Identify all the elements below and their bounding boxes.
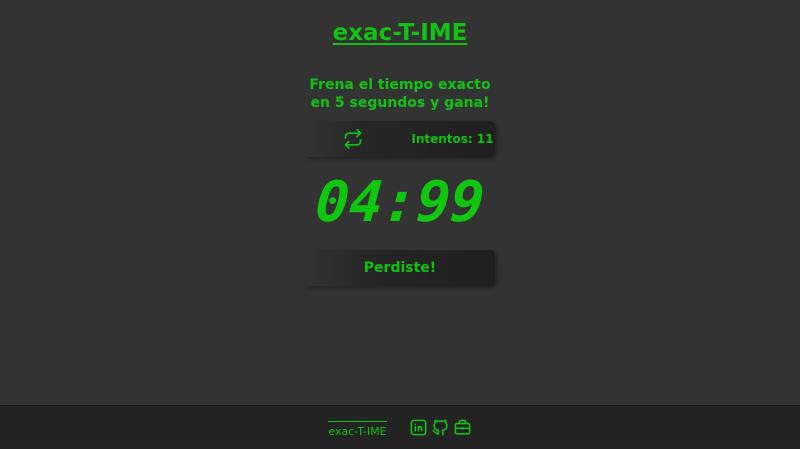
repeat-icon <box>344 129 361 149</box>
footer-icons <box>409 418 472 437</box>
footer: exac-T-IME <box>0 405 800 449</box>
result-text: Perdiste! <box>363 260 437 276</box>
tries-counter: Intentos: 11 <box>411 132 494 146</box>
tagline-line-1: Frena el tiempo exacto <box>309 77 491 93</box>
tagline: Frena el tiempo exacto en 5 segundos y g… <box>0 76 800 112</box>
briefcase-icon[interactable] <box>453 418 472 437</box>
tagline-line-2: en 5 segundos y gana! <box>310 95 490 111</box>
app-title: exac-T-IME <box>332 20 468 46</box>
github-icon[interactable] <box>431 418 450 437</box>
timer-display: 04:99 <box>313 170 487 235</box>
reset-button[interactable] <box>305 121 400 157</box>
linkedin-icon[interactable] <box>409 418 428 437</box>
result-panel[interactable]: Perdiste! <box>305 250 495 286</box>
controls-panel: Intentos: 11 <box>305 121 495 157</box>
footer-brand: exac-T-IME <box>328 421 387 438</box>
